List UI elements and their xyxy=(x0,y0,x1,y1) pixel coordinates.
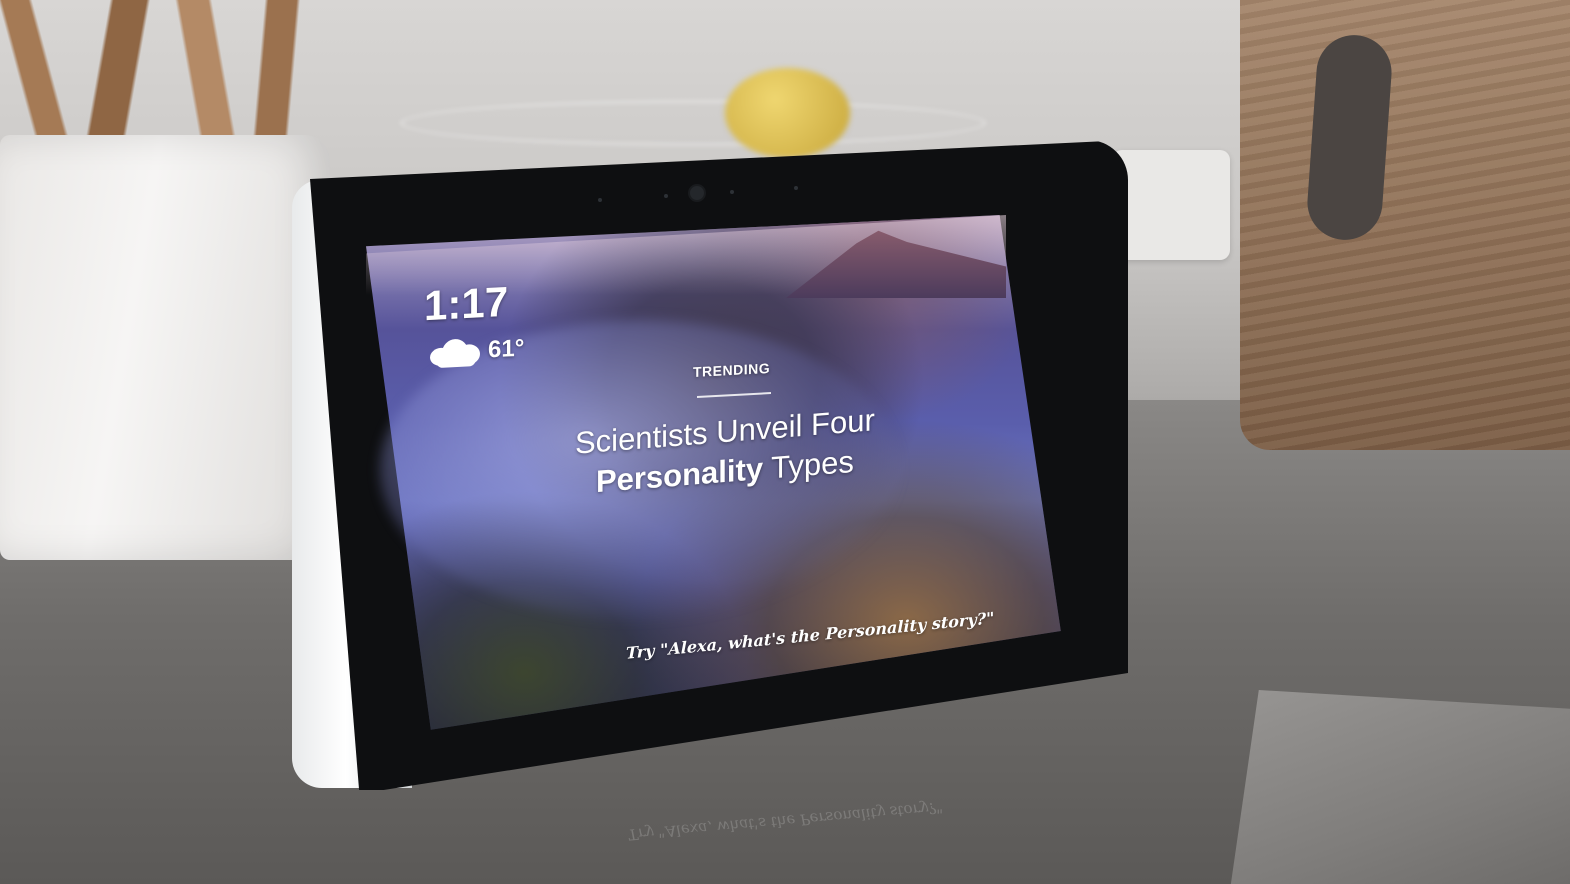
marble-utensil-holder xyxy=(0,135,330,560)
temperature: 61° xyxy=(488,334,525,364)
mic-dot xyxy=(664,194,668,198)
wall-outlet xyxy=(1112,150,1230,260)
mic-dot xyxy=(794,186,798,190)
cloud-icon xyxy=(430,336,482,369)
weather-widget[interactable]: 61° xyxy=(430,334,524,369)
mic-dot xyxy=(598,198,602,202)
countertop-edge xyxy=(1230,690,1570,884)
clock: 1:17 xyxy=(424,277,509,330)
glass-bowl xyxy=(400,100,986,146)
lemon xyxy=(725,68,850,158)
cutting-board-handle xyxy=(1304,32,1395,243)
wooden-utensils xyxy=(0,0,340,150)
camera-icon xyxy=(690,186,704,200)
kitchen-scene: 1:17 61° TRENDING Scientists Unveil Four… xyxy=(0,0,1570,884)
mic-dot xyxy=(730,190,734,194)
headline-rest: Types xyxy=(771,443,854,486)
cutting-board xyxy=(1240,0,1570,450)
